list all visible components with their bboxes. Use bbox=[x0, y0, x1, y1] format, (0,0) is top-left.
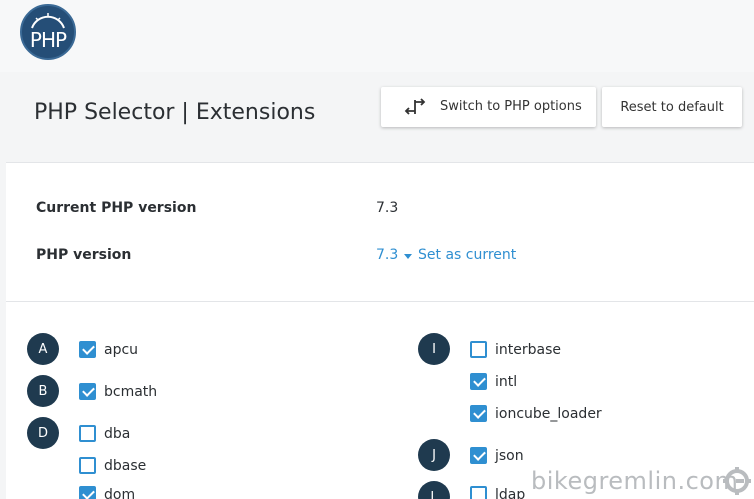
switch-to-php-options-button[interactable]: Switch to PHP options bbox=[381, 87, 596, 127]
extension-label: dom bbox=[104, 486, 136, 499]
checkbox-json[interactable] bbox=[470, 447, 487, 464]
extension-label: intl bbox=[495, 373, 518, 390]
extension-dbase[interactable]: dbase bbox=[79, 457, 146, 474]
extension-apcu[interactable]: apcu bbox=[79, 341, 138, 358]
extension-label: dba bbox=[104, 425, 131, 442]
section-divider bbox=[6, 301, 754, 302]
extension-ldap[interactable]: ldap bbox=[470, 486, 525, 499]
gear-icon bbox=[723, 467, 751, 495]
extension-interbase[interactable]: interbase bbox=[470, 341, 561, 358]
php-logo: PHP bbox=[20, 4, 76, 60]
extension-label: interbase bbox=[495, 341, 561, 358]
letter-badge-a: A bbox=[27, 333, 59, 365]
extension-ioncube-loader[interactable]: ioncube_loader bbox=[470, 405, 602, 422]
extension-json[interactable]: json bbox=[470, 447, 524, 464]
reset-button-label: Reset to default bbox=[620, 99, 724, 115]
letter-badge-j: J bbox=[418, 439, 450, 471]
extension-bcmath[interactable]: bcmath bbox=[79, 383, 157, 400]
page-title: PHP Selector | Extensions bbox=[34, 100, 316, 125]
extension-label: dbase bbox=[104, 457, 147, 474]
current-php-version-value: 7.3 bbox=[376, 200, 399, 216]
checkbox-apcu[interactable] bbox=[79, 341, 96, 358]
php-version-dropdown[interactable]: 7.3 bbox=[376, 247, 413, 263]
php-version-label: PHP version bbox=[36, 247, 132, 263]
extension-label: json bbox=[495, 447, 524, 464]
switch-button-label: Switch to PHP options bbox=[440, 99, 582, 114]
checkbox-ioncube-loader[interactable] bbox=[470, 405, 487, 422]
extension-label: ioncube_loader bbox=[495, 405, 602, 422]
caret-down-icon bbox=[404, 253, 413, 259]
extension-label: ldap bbox=[495, 486, 526, 499]
logo-text: PHP bbox=[29, 28, 67, 52]
current-php-version-label: Current PHP version bbox=[36, 200, 197, 216]
checkbox-interbase[interactable] bbox=[470, 341, 487, 358]
checkbox-intl[interactable] bbox=[470, 373, 487, 390]
checkbox-bcmath[interactable] bbox=[79, 383, 96, 400]
checkbox-dbase[interactable] bbox=[79, 457, 96, 474]
letter-badge-b: B bbox=[27, 375, 59, 407]
letter-badge-i: I bbox=[418, 333, 450, 365]
extension-intl[interactable]: intl bbox=[470, 373, 517, 390]
php-version-selected: 7.3 bbox=[376, 247, 399, 263]
checkbox-dom[interactable] bbox=[79, 486, 96, 499]
extension-dba[interactable]: dba bbox=[79, 425, 130, 442]
checkbox-ldap[interactable] bbox=[470, 486, 487, 499]
watermark-text: bikegremlin.com bbox=[531, 467, 739, 495]
letter-badge-d: D bbox=[27, 417, 59, 449]
set-as-current-link[interactable]: Set as current bbox=[418, 247, 516, 263]
checkbox-dba[interactable] bbox=[79, 425, 96, 442]
top-bar: PHP bbox=[0, 0, 754, 72]
extension-label: bcmath bbox=[104, 383, 158, 400]
swap-arrows-icon bbox=[404, 98, 426, 115]
extension-label: apcu bbox=[104, 341, 139, 358]
reset-to-default-button[interactable]: Reset to default bbox=[602, 87, 742, 127]
extension-dom[interactable]: dom bbox=[79, 486, 135, 499]
